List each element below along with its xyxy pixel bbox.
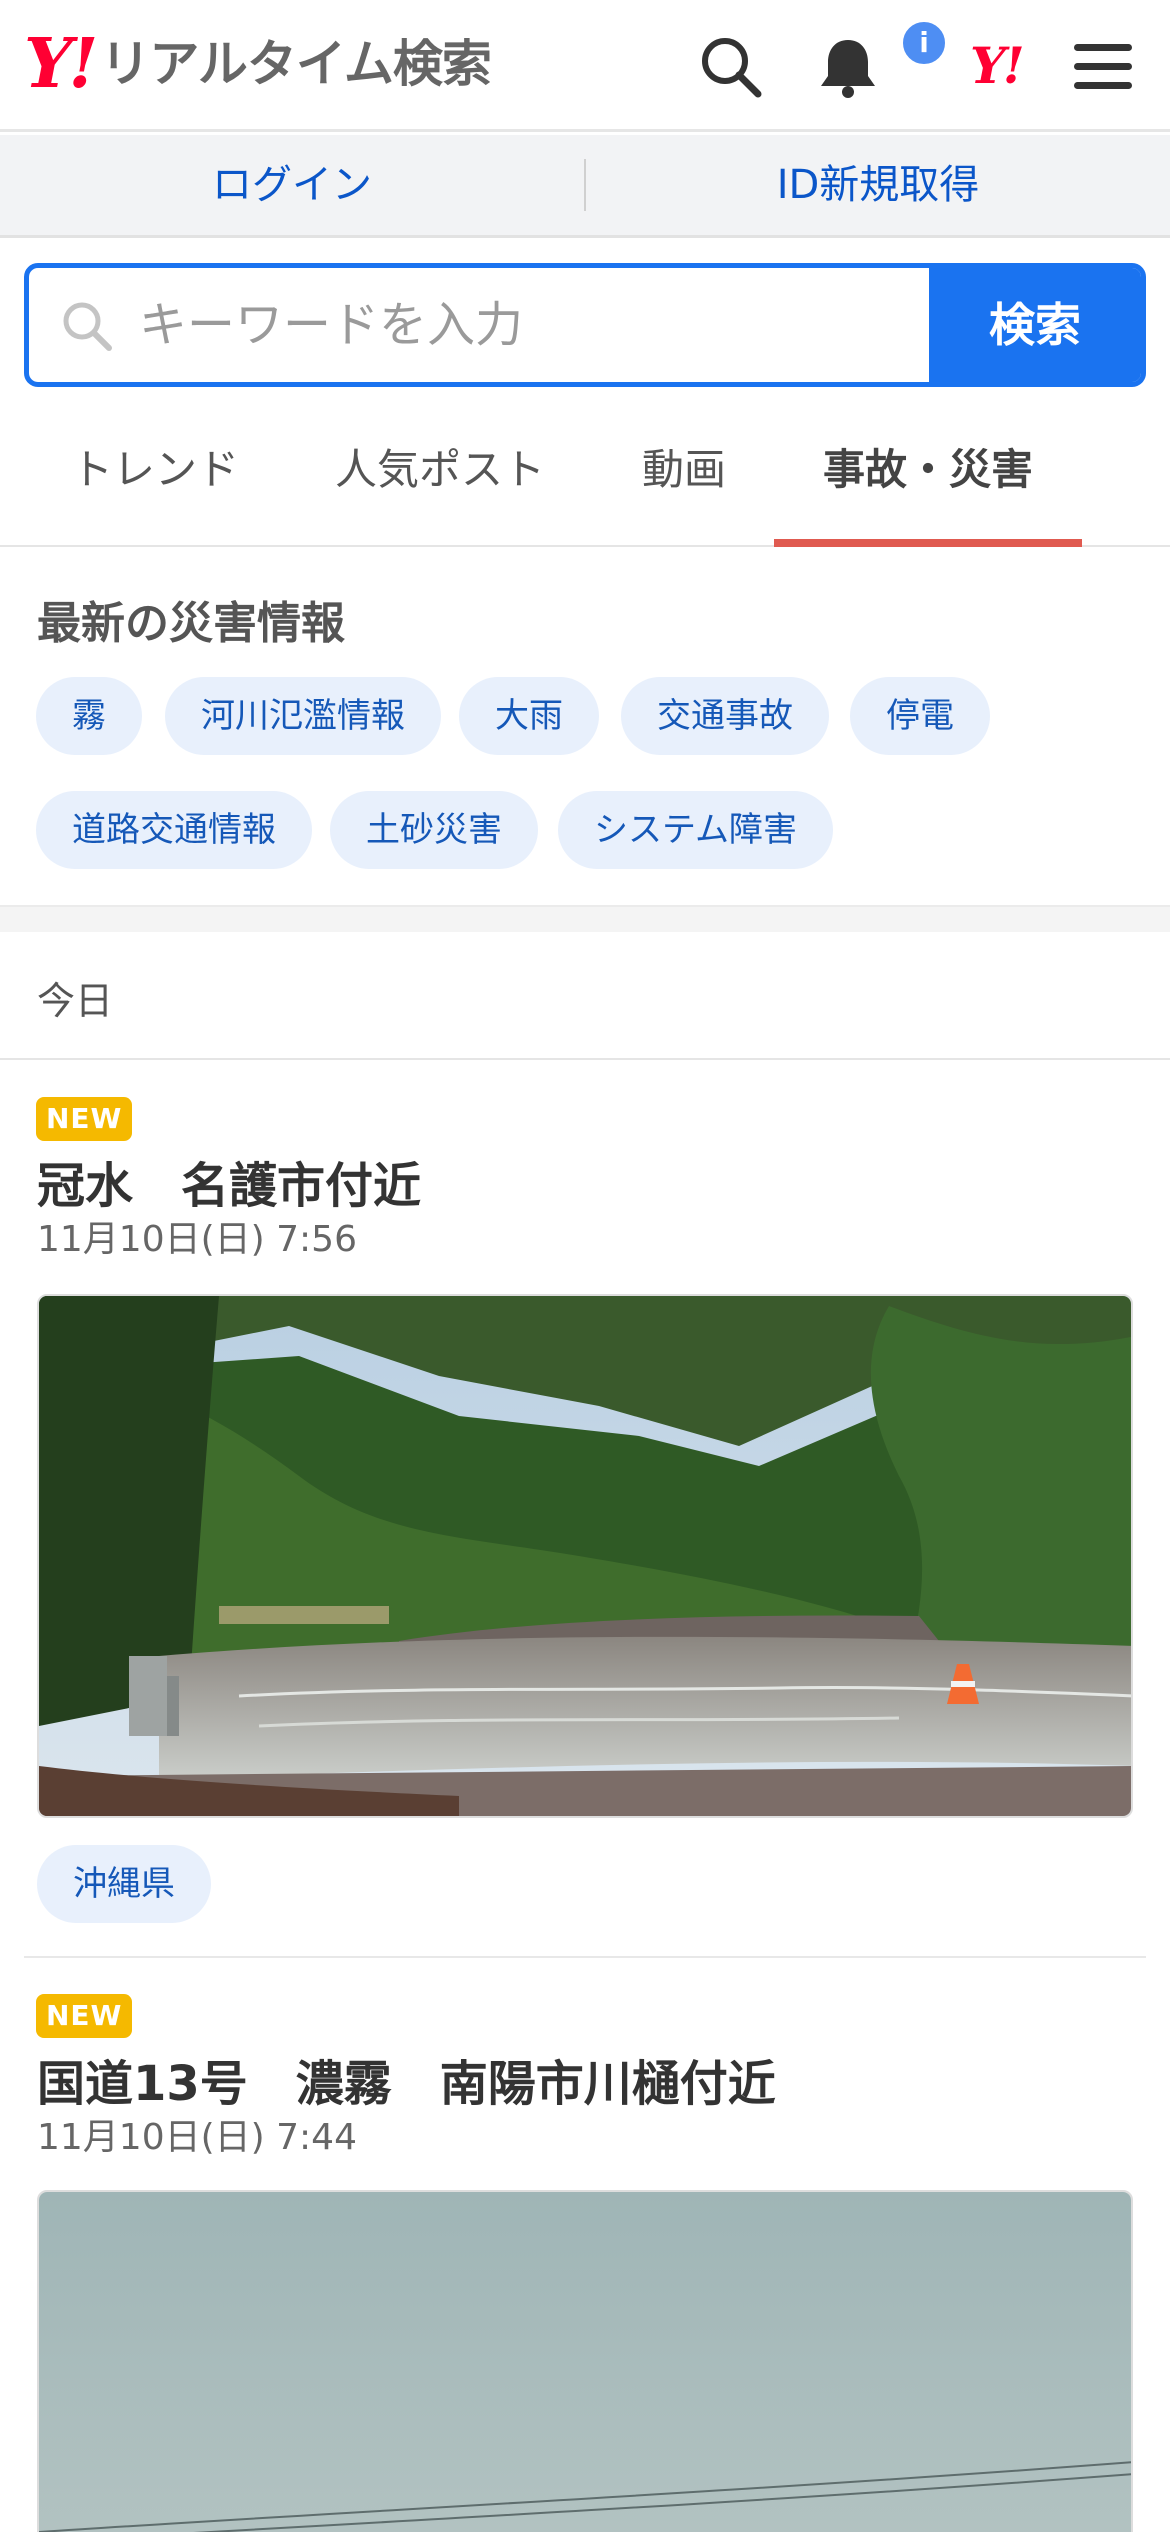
login-link[interactable]: ログイン (0, 135, 584, 235)
menu-icon[interactable] (1070, 34, 1136, 100)
article-time: 11月10日(日) 7:44 (37, 2117, 357, 2158)
search-input[interactable] (139, 268, 939, 382)
site-logo[interactable]: Y! リアルタイム検索 (24, 24, 492, 104)
logo-text: リアルタイム検索 (100, 35, 491, 93)
search-field[interactable] (29, 268, 939, 382)
location-chip[interactable]: 沖縄県 (37, 1845, 211, 1923)
search-icon[interactable] (698, 34, 764, 100)
article-card[interactable]: NEW 冠水 名護市付近 11月10日(日) 7:56 沖縄県 (0, 1062, 1170, 1962)
date-group-label: 今日 (37, 979, 114, 1023)
date-group-header: 今日 (0, 932, 1170, 1060)
chip-fog[interactable]: 霧 (36, 677, 142, 755)
yahoo-logo-mark: Y! (24, 24, 98, 104)
app-header: Y! リアルタイム検索 i Y! (0, 0, 1170, 132)
notification-badge[interactable]: i (899, 18, 949, 68)
chip-system-failure[interactable]: システム障害 (558, 791, 833, 869)
login-bar: ログイン ID新規取得 (0, 135, 1170, 238)
new-badge: NEW (36, 1994, 133, 2038)
signup-link[interactable]: ID新規取得 (586, 135, 1170, 235)
chip-traffic-accident[interactable]: 交通事故 (621, 677, 829, 755)
disaster-info-section: 最新の災害情報 霧 河川氾濫情報 大雨 交通事故 停電 道路交通情報 土砂災害 … (0, 549, 1170, 905)
disaster-info-heading: 最新の災害情報 (37, 598, 345, 649)
search-button[interactable]: 検索 (929, 268, 1141, 382)
category-tabs: トレンド 人気ポスト 動画 事故・災害 (0, 410, 1170, 547)
search-field-icon (63, 302, 112, 351)
article-photo-fog[interactable] (37, 2190, 1133, 2532)
article-photo-flooded-road[interactable] (37, 1294, 1133, 1818)
flooded-road-image (39, 1296, 1131, 1816)
search-bar: 検索 (24, 263, 1146, 387)
chip-landslide[interactable]: 土砂災害 (330, 791, 538, 869)
article-title[interactable]: 冠水 名護市付近 (37, 1146, 421, 1216)
tab-trend[interactable]: トレンド (40, 410, 270, 547)
new-badge: NEW (36, 1097, 133, 1141)
yahoo-logo-icon[interactable]: Y! (970, 36, 1025, 96)
chip-power-outage[interactable]: 停電 (850, 677, 990, 755)
tab-popular-posts[interactable]: 人気ポスト (318, 410, 562, 547)
article-time: 11月10日(日) 7:56 (37, 1219, 357, 1260)
chip-river-flood[interactable]: 河川氾濫情報 (165, 677, 441, 755)
fog-image (39, 2192, 1131, 2532)
article-title[interactable]: 国道13号 濃霧 南陽市川樋付近 (37, 2044, 776, 2114)
bell-icon[interactable] (815, 34, 881, 100)
chip-road-traffic[interactable]: 道路交通情報 (36, 791, 312, 869)
tab-accident-disaster[interactable]: 事故・災害 (774, 410, 1082, 547)
article-card[interactable]: NEW 国道13号 濃霧 南陽市川樋付近 11月10日(日) 7:44 (0, 1958, 1170, 2532)
section-divider (0, 905, 1170, 932)
chip-heavy-rain[interactable]: 大雨 (459, 677, 599, 755)
tab-video[interactable]: 動画 (604, 410, 764, 547)
